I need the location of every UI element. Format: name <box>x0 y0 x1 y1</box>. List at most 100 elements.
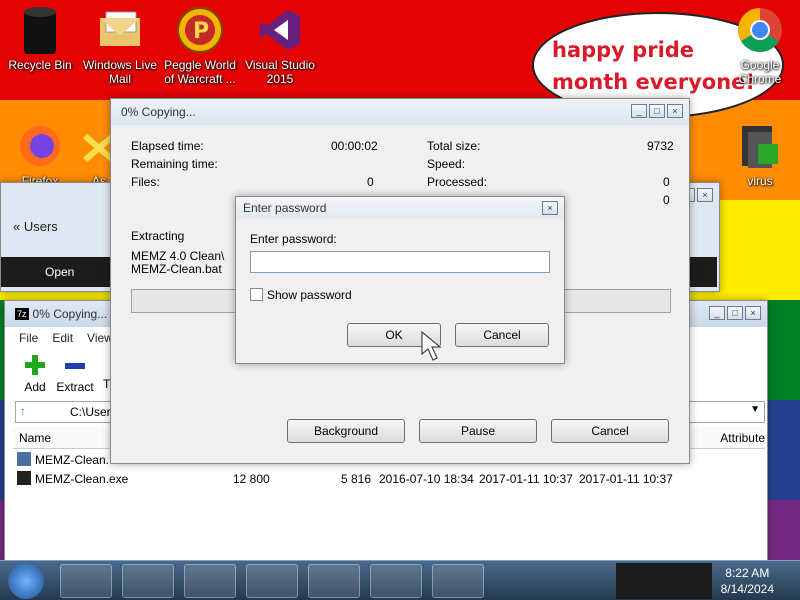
speed-label: Speed: <box>427 157 466 171</box>
extract-label: Extract <box>56 380 94 394</box>
firefox-icon <box>16 122 64 170</box>
taskbar-media-player-icon[interactable] <box>122 564 174 598</box>
taskbar-window-icon[interactable] <box>308 564 360 598</box>
desktop-icon-label: Google Chrome <box>738 58 782 86</box>
desktop-icon-visual-studio[interactable]: Visual Studio 2015 <box>240 2 320 86</box>
pause-button[interactable]: Pause <box>419 419 537 443</box>
close-icon[interactable]: × <box>697 188 713 202</box>
start-button-icon[interactable] <box>8 563 44 599</box>
remaining-label: Remaining time: <box>131 157 218 171</box>
extracting-file: MEMZ-Clean.bat <box>131 262 222 276</box>
row-created: 2017-01-11 10:37 <box>479 472 573 486</box>
column-name[interactable]: Name <box>19 431 51 445</box>
total-size-value: 9732 <box>647 139 674 153</box>
desktop-icon-peggle[interactable]: P Peggle World of Warcraft ... <box>160 2 240 86</box>
minus-icon <box>65 363 85 369</box>
minimize-icon[interactable]: _ <box>709 306 725 320</box>
taskbar-7zip-icon[interactable] <box>432 564 484 598</box>
files-label: Files: <box>131 175 160 189</box>
sevenzip-caption-buttons: _ □ × <box>709 306 761 320</box>
explorer-breadcrumb[interactable]: « Users <box>13 219 58 234</box>
system-tray-icons[interactable] <box>616 563 712 599</box>
taskbar: 8:22 AM 8/14/2024 <box>0 560 800 600</box>
password-cancel-button[interactable]: Cancel <box>455 323 549 347</box>
extracting-label: Extracting <box>131 229 185 243</box>
row-packed: 5 816 <box>341 472 372 486</box>
row-modified: 2016-07-10 18:34 <box>379 472 474 486</box>
extract-button[interactable]: Extract <box>53 353 97 394</box>
row-size: 12 800 <box>233 472 270 486</box>
recycle-bin-icon <box>16 6 64 54</box>
elapsed-value: 00:00:02 <box>331 139 378 153</box>
show-password-label: Show password <box>267 288 352 302</box>
close-icon[interactable]: × <box>542 201 558 215</box>
password-prompt: Enter password: <box>250 232 337 246</box>
elapsed-label: Elapsed time: <box>131 139 204 153</box>
row-accessed: 2017-01-11 10:37 <box>579 472 673 486</box>
menu-file[interactable]: File <box>19 331 38 345</box>
files-value: 0 <box>367 175 374 189</box>
maximize-icon[interactable]: □ <box>727 306 743 320</box>
minimize-icon[interactable]: _ <box>631 104 647 118</box>
archive-folder-icon <box>736 122 784 170</box>
total-size-label: Total size: <box>427 139 481 153</box>
desktop-icon-windows-live-mail[interactable]: Windows Live Mail <box>80 2 160 86</box>
table-row[interactable]: MEMZ-Clean.exe 12 800 5 816 2016-07-10 1… <box>17 471 757 489</box>
visual-studio-icon <box>256 6 304 54</box>
desktop-icon-google-chrome[interactable]: Google Chrome <box>720 2 800 86</box>
password-dialog: Enter password × Enter password: Show pa… <box>235 196 565 364</box>
peggle-icon: P <box>176 6 224 54</box>
extracting-path: MEMZ 4.0 Clean\ <box>131 249 225 263</box>
chrome-icon <box>736 6 784 54</box>
desktop-icon-label: Visual Studio 2015 <box>245 58 315 86</box>
background-button[interactable]: Background <box>287 419 405 443</box>
processed-value: 0 <box>663 175 670 189</box>
password-title: Enter password <box>243 201 327 215</box>
taskbar-firefox-icon[interactable] <box>246 564 298 598</box>
chevron-down-icon[interactable]: ▼ <box>750 404 760 415</box>
desktop-icon-recycle-bin[interactable]: Recycle Bin <box>0 2 80 72</box>
add-button[interactable]: Add <box>15 353 55 394</box>
maximize-icon[interactable]: □ <box>649 104 665 118</box>
desktop-icon-label: Recycle Bin <box>8 58 72 72</box>
add-label: Add <box>24 380 46 394</box>
desktop-icon-virus[interactable]: virus <box>720 118 800 188</box>
menu-edit[interactable]: Edit <box>52 331 73 345</box>
processed-label: Processed: <box>427 175 488 189</box>
taskbar-globe-icon[interactable] <box>184 564 236 598</box>
progress-titlebar: 0% Copying... <box>111 99 689 125</box>
desktop-icon-label: virus <box>747 174 773 188</box>
desktop-icon-label: Windows Live Mail <box>82 58 158 86</box>
row-name: MEMZ-Clean... <box>35 453 116 467</box>
svg-text:P: P <box>193 19 209 44</box>
row-name: MEMZ-Clean.exe <box>35 472 129 486</box>
packed-size-value: 0 <box>663 193 670 207</box>
sevenzip-logo-icon: 7z <box>15 308 29 320</box>
cancel-button[interactable]: Cancel <box>551 419 669 443</box>
sevenzip-menubar: File Edit View <box>19 331 113 345</box>
sevenzip-title: 0% Copying... <box>32 307 108 321</box>
taskbar-recycle-bin-icon[interactable] <box>60 564 112 598</box>
progress-title: 0% Copying... <box>121 105 196 119</box>
taskbar-clock[interactable]: 8:22 AM 8/14/2024 <box>721 565 774 597</box>
close-icon[interactable]: × <box>667 104 683 118</box>
mouse-cursor-icon <box>421 330 442 361</box>
progress-caption-buttons: _ □ × <box>631 104 683 118</box>
clock-date: 8/14/2024 <box>720 582 774 596</box>
show-password-checkbox[interactable] <box>250 288 263 301</box>
taskbar-chrome-icon[interactable] <box>370 564 422 598</box>
breadcrumb-users[interactable]: Users <box>24 219 58 234</box>
password-titlebar: Enter password <box>236 197 564 219</box>
column-attributes[interactable]: Attribute <box>720 431 765 445</box>
menu-view[interactable]: View <box>87 331 113 345</box>
up-folder-icon[interactable]: ↑ <box>20 404 26 418</box>
mail-icon <box>96 6 144 54</box>
exe-file-icon <box>17 471 31 485</box>
open-button[interactable]: Open <box>45 265 74 279</box>
desktop-icon-label: Peggle World of Warcraft ... <box>164 58 236 86</box>
clock-time: 8:22 AM <box>725 566 770 580</box>
plus-icon <box>25 355 45 375</box>
close-icon[interactable]: × <box>745 306 761 320</box>
password-input[interactable] <box>250 251 550 273</box>
back-chevron-icon: « <box>13 219 21 234</box>
